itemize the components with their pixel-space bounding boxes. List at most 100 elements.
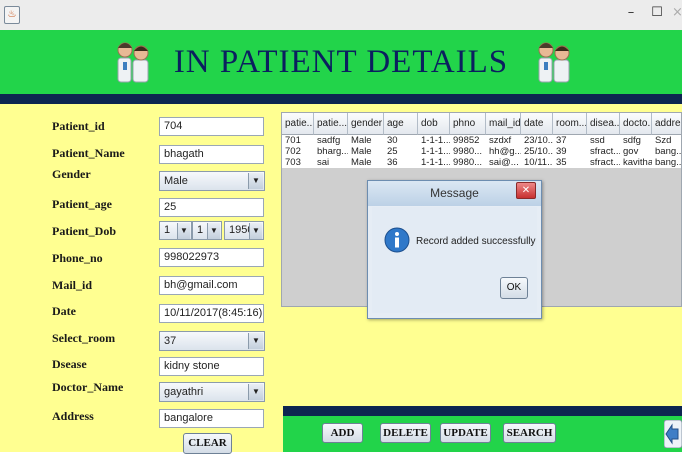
table-cell: sfract... [590,157,620,168]
table-cell: sai@... [489,157,519,168]
chevron-down-icon[interactable]: ▼ [248,333,263,349]
page-title: IN PATIENT DETAILS [173,44,509,80]
address-field[interactable]: bangalore [159,409,264,428]
dob-year-select[interactable]: 1950 ▼ [224,221,264,240]
table-cell: bang... [655,157,682,168]
table-header[interactable]: mail_id [486,113,521,135]
gender-label: Gender [52,167,91,181]
table-row[interactable]: 703 sai Male 36 1-1-1... 9980... sai@...… [282,157,682,168]
action-bar-divider [283,406,682,416]
phone-no-field[interactable]: 998022973 [159,248,264,267]
table-cell: bang... [655,146,682,157]
table-header[interactable]: room... [553,113,587,135]
add-button[interactable]: ADD [322,423,363,443]
table-header[interactable]: dob [418,113,450,135]
table-cell: gov [623,146,639,157]
mail-id-field[interactable]: bh@gmail.com [159,276,264,295]
table-cell: sdfg [623,135,641,146]
patient-id-label: Patient_id [52,119,105,133]
chevron-down-icon[interactable]: ▼ [248,384,263,400]
table-row[interactable]: 702 bharg... Male 25 1-1-1... 9980... hh… [282,146,682,157]
chevron-down-icon[interactable]: ▼ [177,223,190,239]
disease-label: Dsease [52,357,87,371]
search-button[interactable]: SEARCH [503,423,556,443]
message-dialog[interactable]: Message ✕ Record added successfully OK [367,180,542,319]
window-titlebar [0,0,682,31]
table-cell: Male [351,135,372,146]
table-header[interactable]: docto... [620,113,652,135]
chevron-down-icon[interactable]: ▼ [248,173,263,189]
patient-dob-label: Patient_Dob [52,224,116,238]
patient-age-label: Patient_age [52,197,112,211]
dob-day-select[interactable]: 1 ▼ [159,221,192,240]
maximize-icon[interactable]: ☐ [648,4,666,22]
minimize-icon[interactable]: – [622,4,640,22]
table-cell: 10/11... [524,157,553,168]
ok-button[interactable]: OK [500,277,528,299]
java-icon: ♨ [4,6,20,24]
table-cell: 703 [285,157,301,168]
mail-id-label: Mail_id [52,278,93,292]
doctor-name-select-value: gayathri [164,386,204,398]
exit-arrow-icon[interactable] [664,420,682,448]
table-header[interactable]: patie... [282,113,314,135]
table-header[interactable]: date [521,113,553,135]
date-field[interactable]: 10/11/2017(8:45:16) [159,304,264,323]
chevron-down-icon[interactable]: ▼ [249,223,262,239]
table-cell: hh@g... [489,146,521,157]
table-cell: 9980... [453,157,483,168]
patient-id-field[interactable]: 704 [159,117,264,136]
table-cell: 702 [285,146,301,157]
dialog-titlebar[interactable]: Message ✕ [368,181,541,206]
table-cell: kavitha [623,157,652,168]
table-cell: 1-1-1... [421,146,450,157]
gender-select[interactable]: Male ▼ [159,171,265,191]
delete-button[interactable]: DELETE [380,423,431,443]
doctors-icon [538,42,570,83]
dialog-message: Record added successfully [416,236,536,247]
doctor-name-label: Doctor_Name [52,380,124,394]
table-cell: Male [351,146,372,157]
dob-month-select[interactable]: 1 ▼ [192,221,222,240]
table-cell: 25 [387,146,398,157]
table-cell: 9980... [453,146,483,157]
header-banner: IN PATIENT DETAILS [0,30,682,94]
patient-name-field[interactable]: bhagath [159,145,264,164]
doctors-icon [117,42,149,83]
clear-button[interactable]: CLEAR [183,433,232,454]
table-cell: Male [351,157,372,168]
table-cell: 99852 [453,135,480,146]
table-header[interactable]: age [384,113,418,135]
table-header[interactable]: gender [348,113,384,135]
table-cell: ssd [590,135,605,146]
gender-select-value: Male [164,175,188,187]
table-cell: szdxf [489,135,512,146]
address-label: Address [52,409,94,423]
patient-age-field[interactable]: 25 [159,198,264,217]
table-cell: 1-1-1... [421,157,450,168]
table-cell: 39 [556,146,567,157]
table-header[interactable]: disea... [587,113,620,135]
close-icon[interactable]: ✕ [516,182,536,199]
doctor-name-select[interactable]: gayathri ▼ [159,382,265,402]
dob-month-value: 1 [197,224,204,236]
table-cell: sfract... [590,146,620,157]
select-room-label: Select_room [52,331,116,345]
chevron-down-icon[interactable]: ▼ [207,223,220,239]
phone-no-label: Phone_no [52,251,103,265]
disease-field[interactable]: kidny stone [159,357,264,376]
close-icon[interactable]: × [672,4,682,22]
table-cell: sai [317,157,330,168]
table-header[interactable]: addre... [652,113,681,135]
table-cell: Szd [655,135,672,146]
room-select[interactable]: 37 ▼ [159,331,265,351]
table-cell: 701 [285,135,301,146]
table-cell: 35 [556,157,567,168]
table-header[interactable]: patie... [314,113,348,135]
table-row[interactable]: 701 sadfg Male 30 1-1-1... 99852 szdxf 2… [282,135,681,146]
table-cell: 36 [387,157,398,168]
table-header[interactable]: phno [450,113,486,135]
update-button[interactable]: UPDATE [440,423,491,443]
table-cell: 23/10... [524,135,553,146]
patient-name-label: Patient_Name [52,146,125,160]
